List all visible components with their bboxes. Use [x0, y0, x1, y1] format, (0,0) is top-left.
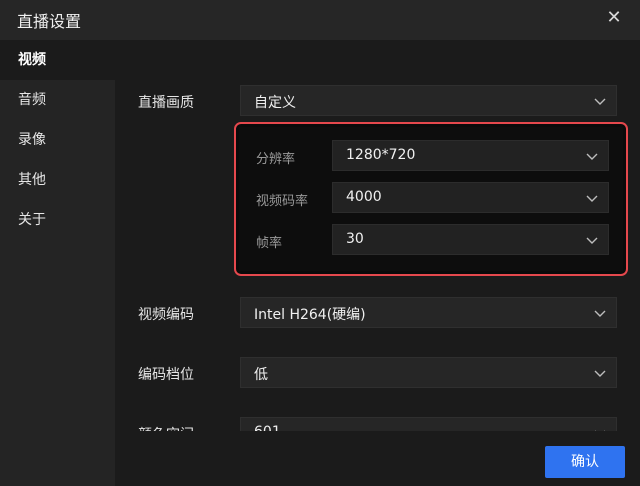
encoder-value: Intel H264(硬编)	[254, 307, 366, 323]
chevron-down-icon	[586, 153, 598, 160]
sidebar-item-recording[interactable]: 录像	[0, 120, 115, 160]
sidebar-item-audio[interactable]: 音频	[0, 80, 115, 120]
encoder-label: 视频编码	[138, 307, 194, 323]
chevron-down-icon	[594, 370, 606, 377]
confirm-button[interactable]: 确认	[545, 446, 625, 478]
chevron-down-icon	[586, 237, 598, 244]
preset-value: 低	[254, 367, 268, 383]
sidebar: 视频 音频 录像 其他 关于	[0, 40, 115, 486]
title-bar: 直播设置 ✕	[0, 0, 640, 40]
bitrate-value: 4000	[346, 189, 382, 205]
sidebar-item-other[interactable]: 其他	[0, 160, 115, 200]
sidebar-item-video[interactable]: 视频	[0, 40, 115, 80]
custom-quality-inner: 分辨率 1280*720 视频码率 4000 帧率 30	[239, 127, 623, 271]
custom-quality-box: 分辨率 1280*720 视频码率 4000 帧率 30	[234, 122, 628, 276]
chevron-down-icon	[586, 195, 598, 202]
quality-label: 直播画质	[138, 95, 194, 111]
close-icon[interactable]: ✕	[604, 8, 624, 28]
preset-select[interactable]: 低	[240, 357, 617, 388]
quality-select[interactable]: 自定义	[240, 85, 617, 116]
bitrate-select[interactable]: 4000	[332, 182, 609, 213]
fps-value: 30	[346, 231, 364, 247]
chevron-down-icon	[594, 310, 606, 317]
preset-label: 编码档位	[138, 367, 194, 383]
fps-label: 帧率	[256, 236, 283, 251]
sidebar-item-label: 其他	[18, 172, 46, 188]
resolution-select[interactable]: 1280*720	[332, 140, 609, 171]
dialog-title: 直播设置	[17, 12, 82, 31]
sidebar-item-about[interactable]: 关于	[0, 200, 115, 240]
fps-select[interactable]: 30	[332, 224, 609, 255]
bitrate-label: 视频码率	[256, 194, 309, 209]
resolution-label: 分辨率	[256, 152, 296, 167]
sidebar-item-label: 关于	[18, 212, 46, 228]
resolution-value: 1280*720	[346, 147, 416, 163]
sidebar-item-label: 视频	[18, 52, 46, 68]
sidebar-item-label: 录像	[18, 132, 46, 148]
settings-panel: 直播画质 自定义 分辨率 1280*720 视频码率 4000 帧率 30 视频…	[115, 40, 640, 486]
live-settings-dialog: 直播设置 ✕ 视频 音频 录像 其他 关于 直播画质 自定义 分辨率 1280*…	[0, 0, 640, 486]
sidebar-item-label: 音频	[18, 92, 46, 108]
encoder-select[interactable]: Intel H264(硬编)	[240, 297, 617, 328]
chevron-down-icon	[594, 98, 606, 105]
quality-value: 自定义	[254, 95, 296, 111]
